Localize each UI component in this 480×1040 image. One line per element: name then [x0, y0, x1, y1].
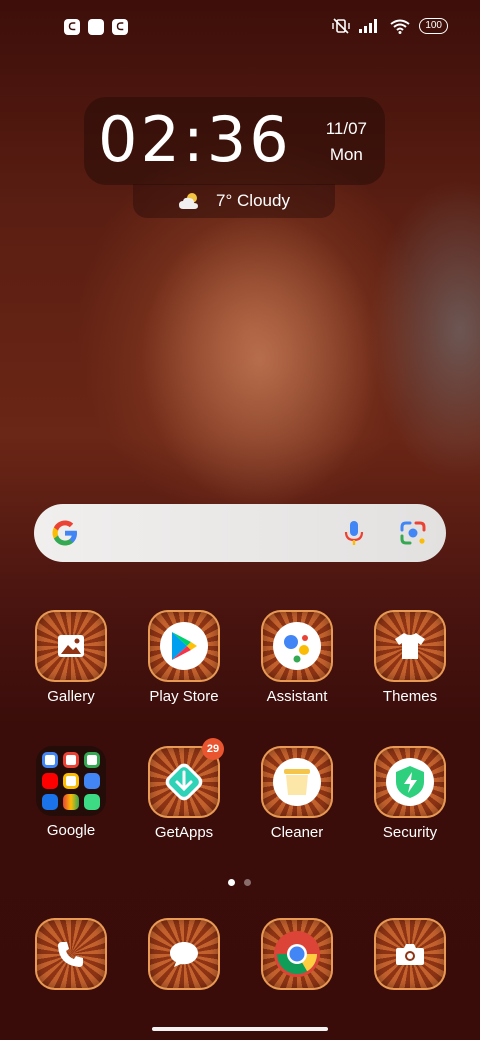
page-dot-active: [228, 879, 235, 886]
app-getapps[interactable]: 29 GetApps: [129, 738, 239, 841]
notification-badge: 29: [202, 738, 224, 760]
play-store-icon: [148, 610, 220, 682]
chrome-icon: [261, 918, 333, 990]
app-cleaner[interactable]: Cleaner: [242, 746, 352, 841]
clock-date-block: 11/07 Mon: [326, 116, 367, 168]
gallery-icon: [35, 610, 107, 682]
clock-widget[interactable]: 02:36 11/07 Mon: [84, 97, 385, 185]
lens-icon[interactable]: [399, 520, 427, 546]
battery-indicator: 100: [419, 18, 448, 34]
messages-icon: [148, 918, 220, 990]
square-icon: [88, 19, 104, 35]
phone-icon: [35, 918, 107, 990]
status-bar: ᑕ ᑕ 100: [0, 0, 480, 56]
notification-icon: ᑕ: [112, 19, 128, 35]
security-icon: [374, 746, 446, 818]
app-google-folder[interactable]: Google: [16, 746, 126, 839]
partly-cloudy-icon: [179, 193, 199, 209]
home-gesture-bar[interactable]: [152, 1027, 328, 1031]
app-label: Gallery: [47, 688, 95, 705]
dock-messages[interactable]: [129, 918, 239, 990]
vibrate-off-icon: [332, 18, 351, 34]
app-label: Cleaner: [270, 824, 324, 841]
dock-camera[interactable]: [355, 918, 465, 990]
app-assistant[interactable]: Assistant: [242, 610, 352, 705]
app-label: Google: [46, 822, 96, 839]
app-themes[interactable]: Themes: [355, 610, 465, 705]
camera-icon: [374, 918, 446, 990]
clock-day: Mon: [329, 145, 363, 164]
themes-icon: [374, 610, 446, 682]
weather-widget[interactable]: 7° Cloudy: [133, 184, 335, 218]
app-label: Assistant: [266, 688, 328, 705]
clock-date: 11/07: [325, 119, 367, 138]
app-play-store[interactable]: Play Store: [129, 610, 239, 705]
app-label: Security: [382, 824, 438, 841]
weather-text: 7° Cloudy: [216, 191, 290, 210]
page-indicator: [228, 879, 251, 886]
microphone-icon[interactable]: [341, 519, 367, 547]
cleaner-icon: [261, 746, 333, 818]
notification-icon: ᑕ: [64, 19, 80, 35]
app-security[interactable]: Security: [355, 746, 465, 841]
app-label: Play Store: [149, 688, 219, 705]
signal-icon: [359, 19, 378, 33]
dock-phone[interactable]: [16, 918, 126, 990]
wifi-icon: [390, 19, 410, 34]
google-search-bar[interactable]: [34, 504, 446, 562]
folder-icon: [36, 746, 106, 816]
clock-time: 02:36: [98, 103, 292, 176]
google-logo: [52, 520, 77, 546]
app-label: GetApps: [154, 824, 214, 841]
app-label: Themes: [382, 688, 438, 705]
dock-chrome[interactable]: [242, 918, 352, 990]
page-dot: [244, 879, 251, 886]
app-gallery[interactable]: Gallery: [16, 610, 126, 705]
getapps-icon: 29: [148, 738, 224, 818]
assistant-icon: [261, 610, 333, 682]
